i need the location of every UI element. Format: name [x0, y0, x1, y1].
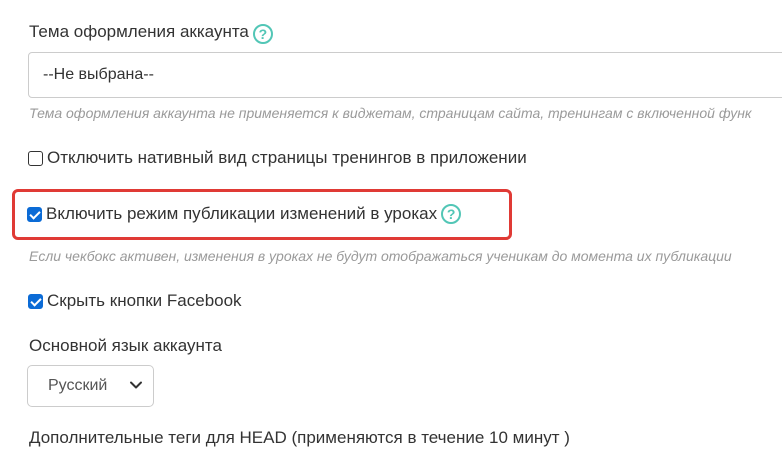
- hide-facebook-checkbox[interactable]: [28, 293, 43, 309]
- publish-mode-hint: Если чекбокс активен, изменения в уроках…: [29, 248, 732, 264]
- publish-mode-checkbox[interactable]: [27, 206, 42, 222]
- native-view-checkbox[interactable]: [28, 150, 43, 166]
- chevron-down-icon: [130, 381, 142, 389]
- language-select[interactable]: Русский: [27, 365, 154, 407]
- help-icon[interactable]: ?: [252, 24, 273, 44]
- language-label: Основной язык аккаунта: [29, 336, 222, 355]
- publish-mode-row[interactable]: Включить режим публикации изменений в ур…: [27, 204, 462, 224]
- native-view-row[interactable]: Отключить нативный вид страницы тренинго…: [28, 148, 527, 168]
- language-select-value: Русский: [48, 377, 108, 394]
- theme-hint: Тема оформления аккаунта не применяется …: [29, 105, 752, 121]
- theme-select-value: --Не выбрана--: [43, 66, 154, 83]
- head-tags-label: Дополнительные теги для HEAD (применяютс…: [29, 428, 570, 447]
- help-icon[interactable]: ?: [441, 204, 462, 224]
- native-view-label: Отключить нативный вид страницы тренинго…: [47, 148, 527, 167]
- theme-select[interactable]: --Не выбрана--: [28, 52, 782, 98]
- hide-facebook-label: Скрыть кнопки Facebook: [47, 291, 242, 310]
- theme-label-text: Тема оформления аккаунта: [29, 22, 249, 41]
- hide-facebook-row[interactable]: Скрыть кнопки Facebook: [28, 291, 242, 311]
- account-settings-form: Тема оформления аккаунта? --Не выбрана--…: [0, 0, 782, 453]
- publish-mode-label: Включить режим публикации изменений в ур…: [46, 204, 438, 223]
- theme-label: Тема оформления аккаунта?: [29, 22, 273, 44]
